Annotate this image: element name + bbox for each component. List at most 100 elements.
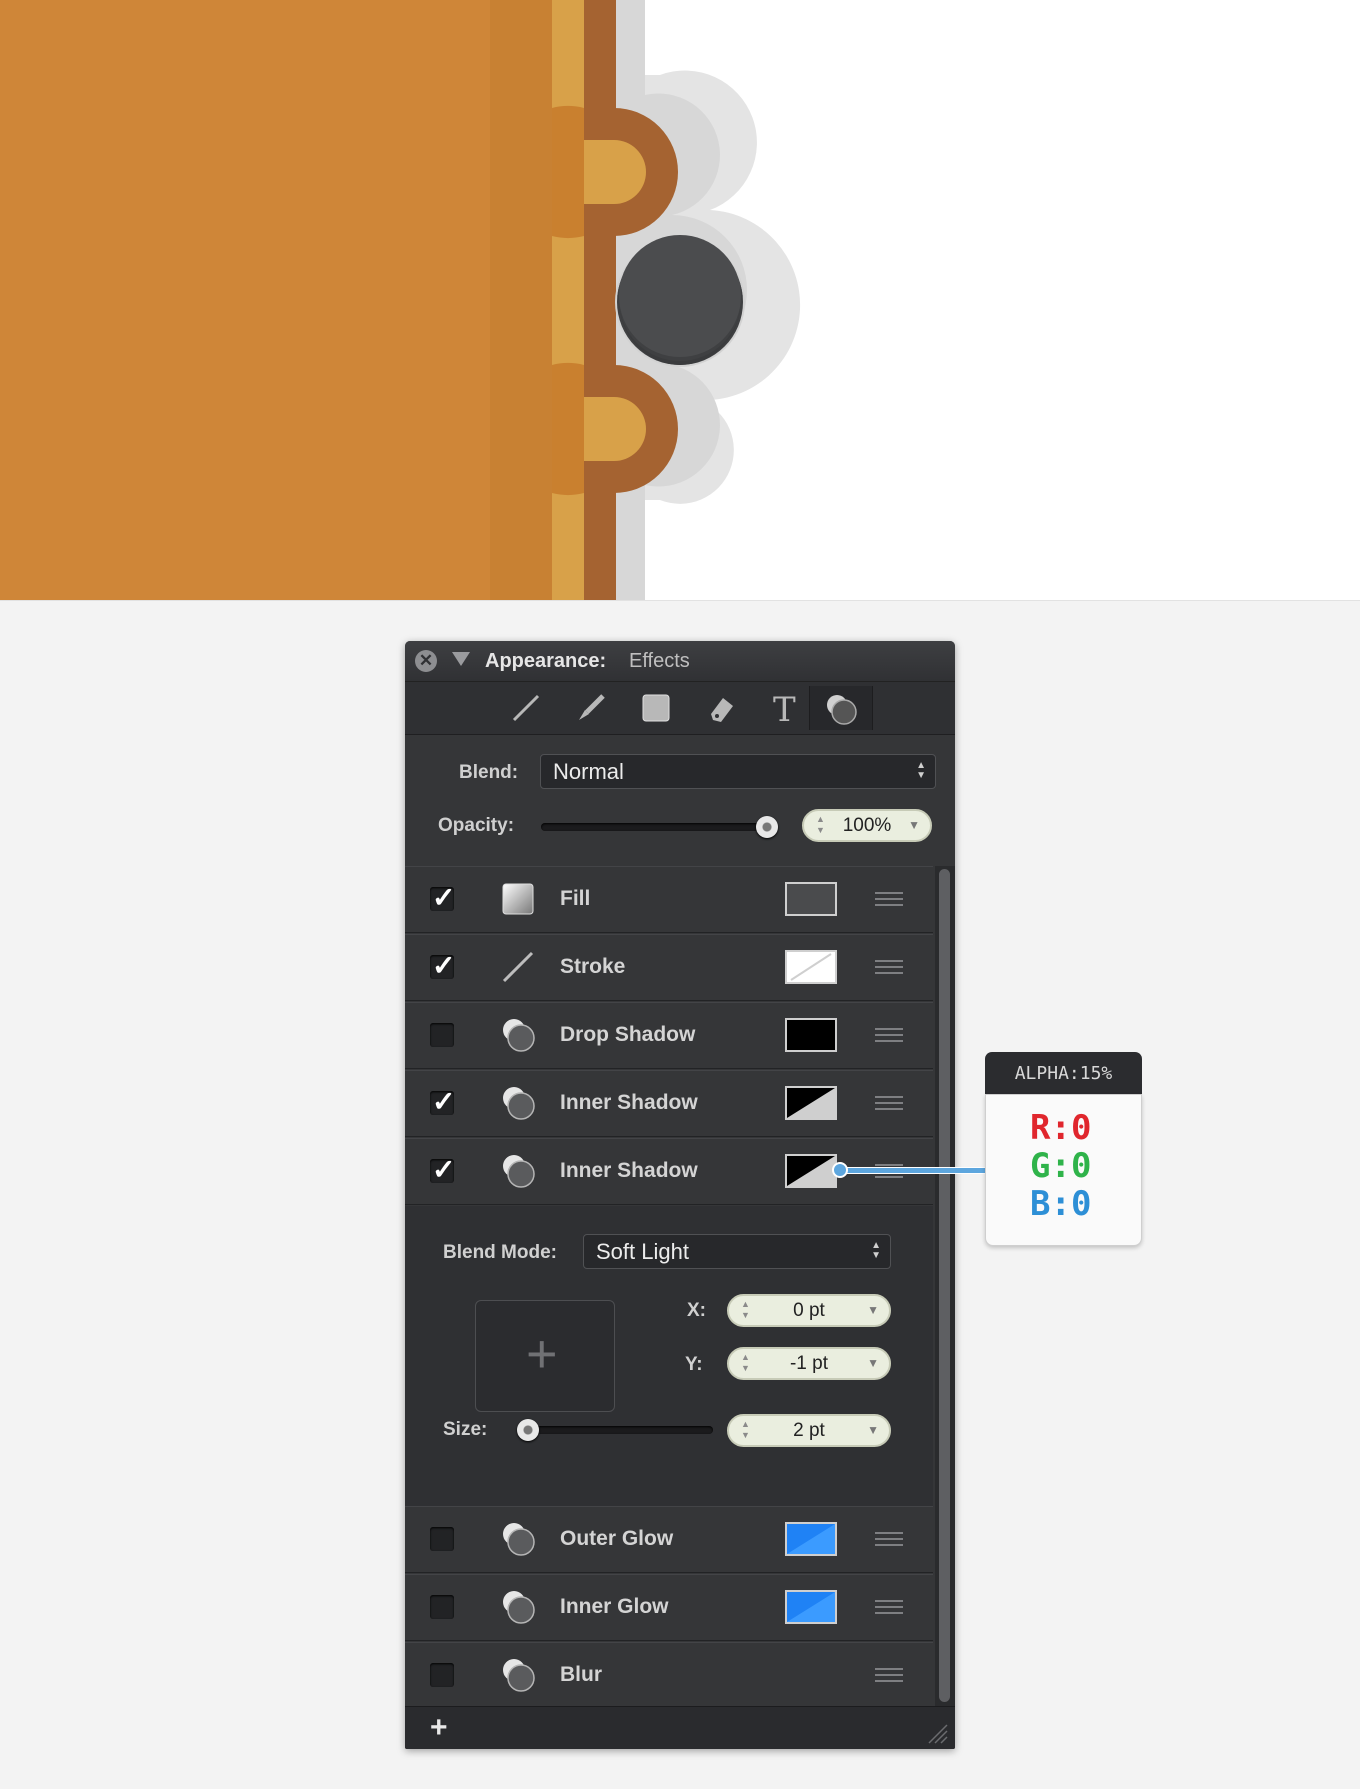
- effect-checkbox[interactable]: ✓: [430, 950, 455, 981]
- effect-row[interactable]: Outer Glow: [405, 1506, 933, 1573]
- x-label: X:: [687, 1300, 706, 1321]
- effect-label: Drop Shadow: [560, 1023, 696, 1046]
- effects-tool-icon[interactable]: [809, 686, 873, 730]
- panel-titlebar: ✕ Appearance: Effects: [405, 641, 955, 682]
- chevron-down-icon[interactable]: ▼: [867, 1296, 879, 1325]
- effect-label: Stroke: [560, 955, 626, 978]
- blue-value: B:0: [1030, 1184, 1092, 1224]
- effect-checkbox[interactable]: ✓: [430, 1154, 455, 1185]
- effect-row[interactable]: ✓ Fill: [405, 866, 933, 933]
- size-label: Size:: [443, 1419, 488, 1440]
- effect-checkbox[interactable]: [430, 1663, 454, 1687]
- stroke-icon: [500, 949, 536, 985]
- chevron-down-icon[interactable]: ▼: [908, 811, 920, 840]
- effect-icon: [500, 1657, 536, 1693]
- panel-bottombar: +: [405, 1706, 955, 1749]
- checkmark-icon: ✓: [432, 882, 456, 913]
- effect-row[interactable]: Blur: [405, 1642, 933, 1709]
- panel-toolbar: T: [405, 682, 955, 735]
- effects-scrollbar[interactable]: [935, 866, 955, 1706]
- stepper-icon[interactable]: ▲ ▼: [816, 814, 825, 836]
- effect-label: Blur: [560, 1663, 602, 1686]
- knob-top: [619, 235, 741, 357]
- panel-subtitle: Effects: [629, 650, 690, 672]
- scrollbar-thumb[interactable]: [939, 869, 950, 1702]
- add-effect-button[interactable]: +: [430, 1711, 448, 1745]
- effect-checkbox[interactable]: ✓: [430, 1086, 455, 1117]
- offset-preview[interactable]: +: [475, 1300, 615, 1412]
- ring-top-inner: [584, 140, 646, 204]
- resize-grip-icon[interactable]: [925, 1721, 949, 1745]
- effect-icon: [500, 1153, 536, 1189]
- size-slider[interactable]: [517, 1426, 713, 1434]
- panel-title: Appearance:: [485, 650, 607, 672]
- effect-icon: [500, 1521, 536, 1557]
- effect-checkbox[interactable]: ✓: [430, 882, 455, 913]
- color-swatch[interactable]: [785, 1522, 837, 1556]
- drag-handle-icon[interactable]: [875, 1532, 903, 1546]
- blend-mode-select[interactable]: Soft Light ▲ ▼: [583, 1234, 891, 1269]
- chevron-down-icon[interactable]: ▼: [867, 1416, 879, 1445]
- square-tool-icon[interactable]: [628, 686, 684, 730]
- size-slider-knob[interactable]: [517, 1419, 539, 1441]
- effect-icon: [500, 1589, 536, 1625]
- design-canvas[interactable]: [0, 0, 1360, 601]
- checkmark-icon: ✓: [432, 950, 456, 981]
- opacity-slider[interactable]: [541, 823, 778, 831]
- color-swatch[interactable]: [785, 882, 837, 916]
- cover-edge: [490, 0, 552, 600]
- color-swatch[interactable]: [785, 1154, 837, 1188]
- eraser-tool-icon[interactable]: [693, 686, 749, 730]
- rgb-readout: R:0 G:0 B:0: [985, 1094, 1142, 1246]
- effect-icon: [500, 1085, 536, 1121]
- checkmark-icon: ✓: [432, 1154, 456, 1185]
- drag-handle-icon[interactable]: [875, 1600, 903, 1614]
- brush-tool-icon[interactable]: [563, 686, 619, 730]
- ring-bottom-hole: [552, 362, 584, 496]
- effect-label: Outer Glow: [560, 1527, 674, 1550]
- opacity-field[interactable]: ▲ ▼ 100% ▼: [802, 809, 932, 842]
- drag-handle-icon[interactable]: [875, 1668, 903, 1682]
- line-tool-icon[interactable]: [498, 686, 554, 730]
- stepper-icon[interactable]: ▲ ▼: [741, 1352, 750, 1374]
- close-icon[interactable]: ✕: [415, 650, 437, 672]
- color-swatch[interactable]: [785, 1018, 837, 1052]
- color-swatch[interactable]: [785, 1590, 837, 1624]
- size-field[interactable]: ▲ ▼ 2 pt ▼: [727, 1414, 891, 1447]
- alpha-readout: ALPHA:15%: [985, 1052, 1142, 1096]
- stepper-icon[interactable]: ▲ ▼: [741, 1419, 750, 1441]
- effect-detail: Blend Mode: Soft Light ▲ ▼ + X: ▲ ▼ 0 pt ▼ Y: ▲ ▼ -1 …: [405, 1206, 933, 1507]
- color-swatch[interactable]: [785, 950, 837, 984]
- green-value: G:0: [1030, 1146, 1092, 1186]
- drag-handle-icon[interactable]: [875, 1028, 903, 1042]
- disclosure-triangle-icon[interactable]: [452, 652, 470, 666]
- effect-label: Inner Shadow: [560, 1091, 698, 1114]
- text-tool-icon[interactable]: T: [758, 686, 814, 730]
- tooltip-connector: [834, 1167, 987, 1174]
- effect-row[interactable]: Inner Glow: [405, 1574, 933, 1641]
- blend-value: Normal: [553, 759, 624, 784]
- chevron-down-icon[interactable]: ▼: [867, 1349, 879, 1378]
- drag-handle-icon[interactable]: [875, 892, 903, 906]
- blend-mode-value: Soft Light: [596, 1239, 689, 1264]
- x-field[interactable]: ▲ ▼ 0 pt ▼: [727, 1294, 891, 1327]
- spine-dark: [584, 0, 616, 600]
- drag-handle-icon[interactable]: [875, 960, 903, 974]
- drag-handle-icon[interactable]: [875, 1096, 903, 1110]
- effect-checkbox[interactable]: [430, 1527, 454, 1551]
- effect-row[interactable]: Drop Shadow: [405, 1002, 933, 1069]
- effect-checkbox[interactable]: [430, 1595, 454, 1619]
- blend-mode-label: Blend Mode:: [443, 1242, 557, 1263]
- ring-top-hole: [552, 105, 584, 239]
- effect-row[interactable]: ✓ Inner Shadow: [405, 1070, 933, 1137]
- effect-checkbox[interactable]: [430, 1023, 454, 1047]
- notebook-illustration: [0, 0, 801, 600]
- y-field[interactable]: ▲ ▼ -1 pt ▼: [727, 1347, 891, 1380]
- stepper-icon[interactable]: ▲ ▼: [741, 1299, 750, 1321]
- effect-row[interactable]: ✓ Stroke: [405, 934, 933, 1001]
- color-swatch[interactable]: [785, 1086, 837, 1120]
- blend-select[interactable]: Normal ▲ ▼: [540, 754, 936, 789]
- cover: [0, 0, 490, 600]
- opacity-slider-knob[interactable]: [756, 816, 778, 838]
- effect-label: Fill: [560, 887, 591, 910]
